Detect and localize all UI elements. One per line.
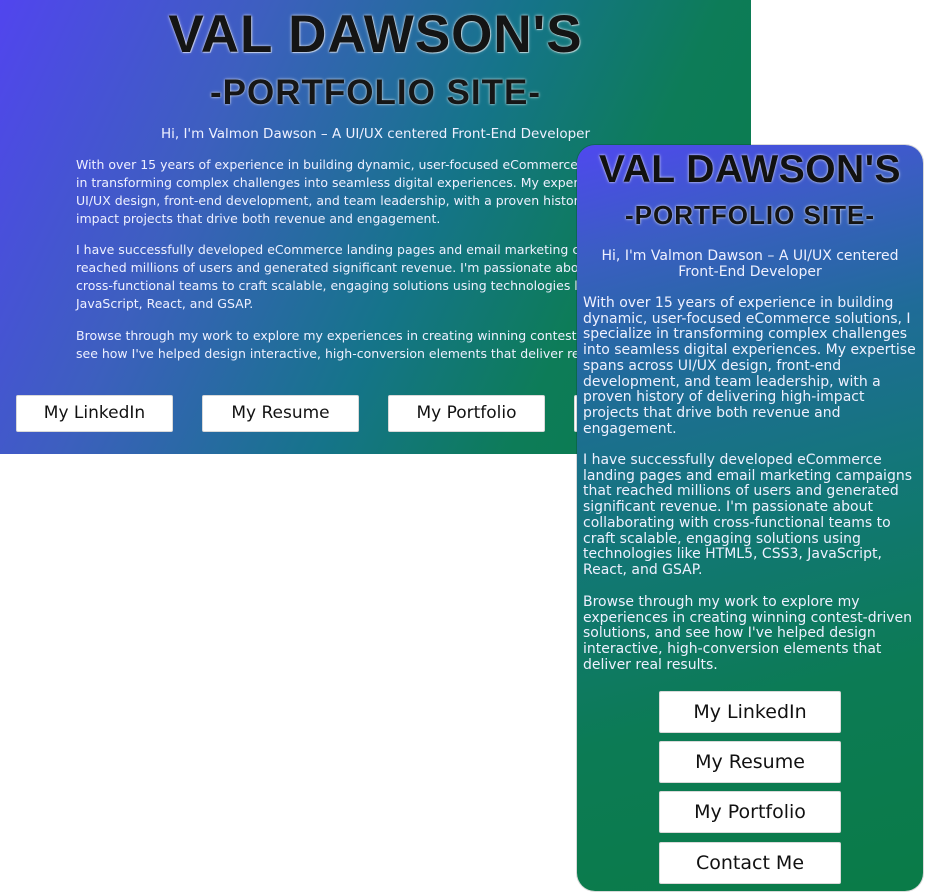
mobile-intro-text: Hi, I'm Valmon Dawson – A UI/UX centered… xyxy=(601,248,899,280)
mobile-bio-paragraph-experience: With over 15 years of experience in buil… xyxy=(583,295,916,437)
linkedin-button[interactable]: My LinkedIn xyxy=(16,395,173,432)
mobile-linkedin-button[interactable]: My LinkedIn xyxy=(659,691,841,733)
mobile-view: VAL DAWSON'S -PORTFOLIO SITE- Hi, I'm Va… xyxy=(577,145,923,891)
mobile-bio-paragraph-ecommerce: I have successfully developed eCommerce … xyxy=(583,452,912,578)
mobile-bio-paragraph-browse: Browse through my work to explore my exp… xyxy=(583,594,913,673)
mobile-site-title: VAL DAWSON'S xyxy=(598,148,902,191)
site-subtitle: -PORTFOLIO SITE- xyxy=(210,73,541,112)
mobile-contact-button[interactable]: Contact Me xyxy=(659,842,841,884)
resume-button[interactable]: My Resume xyxy=(202,395,359,432)
mobile-resume-button[interactable]: My Resume xyxy=(659,741,841,783)
mobile-portfolio-button[interactable]: My Portfolio xyxy=(659,791,841,833)
mobile-site-subtitle: -PORTFOLIO SITE- xyxy=(625,200,875,230)
site-title: VAL DAWSON'S xyxy=(168,5,583,64)
intro-text: Hi, I'm Valmon Dawson – A UI/UX centered… xyxy=(160,126,591,142)
portfolio-button[interactable]: My Portfolio xyxy=(388,395,545,432)
